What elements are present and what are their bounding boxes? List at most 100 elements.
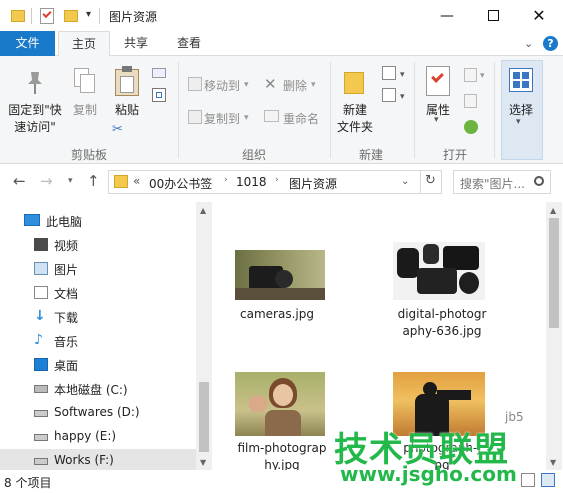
copy-to-button[interactable]: 复制到	[204, 110, 240, 127]
cut-icon[interactable]: ✂	[112, 122, 123, 137]
chevron-down-icon: ▾	[400, 92, 405, 102]
close-button[interactable]: ✕	[516, 0, 562, 31]
nav-item-music[interactable]: ♪ 音乐	[0, 329, 196, 353]
copy-path-icon[interactable]	[152, 68, 166, 78]
copy-button[interactable]: 复制	[68, 101, 102, 118]
nav-item-drive-e[interactable]: happy (E:)	[0, 425, 196, 449]
refresh-icon[interactable]: ↻	[425, 173, 436, 188]
paste-shortcut-icon[interactable]	[152, 88, 166, 102]
chevron-down-icon: ▾	[480, 71, 485, 81]
address-bar[interactable]: « 00办公书签 › 1018 › 图片资源 ⌄ ↻	[108, 170, 442, 194]
nav-item-downloads[interactable]: ↓ 下载	[0, 305, 196, 329]
up-arrow-icon[interactable]: ↑	[87, 172, 100, 190]
navigation-pane: 此电脑 视频 图片 文档 ↓ 下载 ♪ 音乐 桌面 本地磁盘 (C:) Soft…	[0, 202, 212, 470]
move-to-button[interactable]: 移动到	[204, 77, 240, 94]
details-view-icon[interactable]	[521, 473, 535, 487]
file-item[interactable]: film-photograp hy.jpg	[222, 370, 342, 470]
item-count: 8 个项目	[4, 476, 52, 490]
nav-item-pictures[interactable]: 图片	[0, 257, 196, 281]
scrollbar-thumb[interactable]	[549, 218, 559, 328]
nav-item-this-pc[interactable]: 此电脑	[0, 209, 196, 233]
ribbon-tabs: 文件 主页 共享 查看 ⌄ ?	[0, 31, 563, 57]
file-name: film-photograp	[237, 441, 327, 455]
large-icons-view-icon[interactable]	[541, 473, 555, 487]
pin-quick-access-button[interactable]: 固定到"快	[6, 101, 64, 118]
file-thumbnail	[235, 372, 325, 436]
paste-button[interactable]: 粘贴	[110, 101, 144, 118]
documents-folder-icon	[34, 286, 48, 299]
easy-access-icon[interactable]	[382, 88, 396, 102]
chevron-right-icon[interactable]: ›	[224, 175, 228, 185]
paste-icon	[115, 66, 141, 96]
nav-item-documents[interactable]: 文档	[0, 281, 196, 305]
edit-icon[interactable]	[464, 94, 477, 108]
chevron-right-icon[interactable]: ›	[275, 175, 279, 185]
content-scrollbar[interactable]: ▲ ▼	[546, 202, 562, 470]
search-icon[interactable]	[534, 176, 544, 186]
file-name-line-2: hy.jpg	[264, 458, 300, 470]
delete-button[interactable]: 删除	[283, 77, 307, 94]
search-box[interactable]: 搜索"图片...	[453, 170, 551, 194]
properties-icon	[426, 66, 450, 96]
nav-scrollbar[interactable]: ▲ ▼	[196, 202, 212, 470]
file-thumbnail	[235, 250, 325, 300]
breadcrumb-overflow[interactable]: «	[133, 174, 140, 188]
rename-button[interactable]: 重命名	[283, 110, 319, 127]
maximize-button[interactable]	[470, 0, 516, 31]
address-history-icon[interactable]: ⌄	[401, 176, 409, 187]
divider	[31, 8, 32, 24]
tab-home[interactable]: 主页	[58, 31, 110, 57]
file-item[interactable]: digital-photogr aphy-636.jpg	[377, 242, 507, 352]
file-thumbnail	[393, 242, 485, 300]
rename-icon	[264, 110, 279, 122]
chevron-down-icon: ▾	[400, 70, 405, 80]
breadcrumb-item[interactable]: 图片资源	[289, 175, 337, 192]
new-item-icon[interactable]	[382, 66, 396, 80]
pin-icon	[26, 70, 44, 96]
scroll-down-icon[interactable]: ▼	[200, 458, 206, 467]
chevron-down-icon: ▾	[244, 80, 249, 90]
tab-file[interactable]: 文件	[0, 31, 55, 56]
breadcrumb-item[interactable]: 1018	[236, 175, 267, 189]
scrollbar-thumb[interactable]	[199, 382, 209, 452]
new-group-label: 新建	[358, 148, 383, 162]
nav-item-videos[interactable]: 视频	[0, 233, 196, 257]
expand-ribbon-icon[interactable]: ⌄	[524, 37, 533, 50]
video-folder-icon	[34, 238, 48, 251]
select-label: 选择	[508, 103, 533, 117]
nav-item-drive-c[interactable]: 本地磁盘 (C:)	[0, 377, 196, 401]
forward-arrow-icon[interactable]: →	[40, 172, 53, 190]
folder-icon	[114, 175, 128, 188]
scroll-down-icon[interactable]: ▼	[550, 458, 556, 467]
customize-quick-access-icon[interactable]: ▾	[86, 9, 91, 20]
organize-group-label: 组织	[241, 148, 266, 162]
tab-share[interactable]: 共享	[112, 31, 160, 56]
help-icon[interactable]: ?	[543, 36, 558, 51]
scroll-up-icon[interactable]: ▲	[200, 206, 206, 215]
delete-icon: ✕	[264, 75, 277, 93]
breadcrumb-item[interactable]: 00办公书签	[149, 175, 212, 192]
scroll-up-icon[interactable]: ▲	[550, 206, 556, 215]
new-folder-button[interactable]: 新建	[338, 101, 372, 118]
clipboard-group-label: 剪贴板	[70, 148, 107, 162]
properties-quick-icon[interactable]	[40, 8, 54, 24]
recent-locations-icon[interactable]: ▾	[68, 176, 73, 186]
file-item[interactable]: cameras.jpg	[222, 242, 332, 352]
nav-item-desktop[interactable]: 桌面	[0, 353, 196, 377]
search-input[interactable]: 搜索"图片...	[460, 175, 525, 192]
divider	[420, 171, 421, 193]
music-folder-icon: ♪	[34, 332, 43, 348]
divider	[330, 62, 331, 158]
window-title: 图片资源	[109, 10, 158, 24]
move-to-icon	[188, 77, 202, 91]
new-folder-quick-icon[interactable]	[64, 10, 78, 22]
tab-view[interactable]: 查看	[164, 31, 214, 56]
chevron-down-icon: ▾	[311, 80, 316, 90]
pin-quick-access-label-2: 速访问"	[14, 120, 56, 134]
open-icon[interactable]	[464, 68, 477, 82]
nav-item-drive-d[interactable]: Softwares (D:)	[0, 401, 196, 425]
nav-item-drive-f[interactable]: Works (F:)	[0, 449, 196, 470]
back-arrow-icon[interactable]: ←	[13, 172, 26, 190]
history-icon[interactable]	[464, 120, 478, 134]
minimize-button[interactable]: —	[424, 0, 470, 31]
